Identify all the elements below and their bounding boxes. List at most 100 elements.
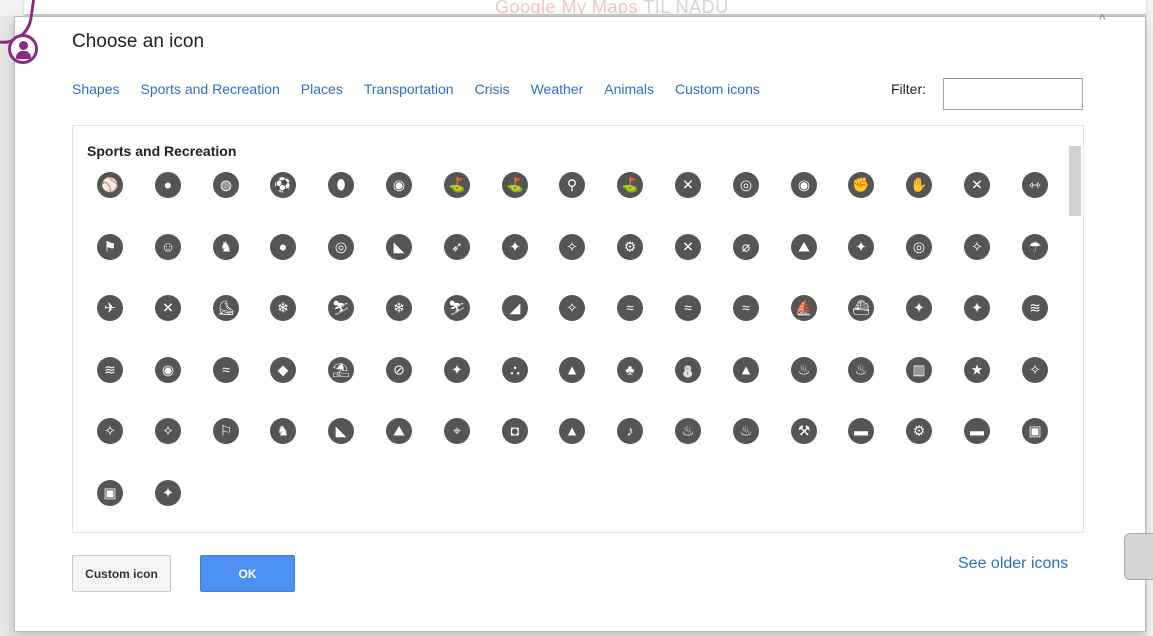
sailing-icon[interactable]: ⛵ — [791, 295, 817, 321]
sledding-icon[interactable]: ◢ — [502, 295, 528, 321]
football-icon[interactable]: ◍ — [213, 172, 239, 198]
volleyball-icon[interactable]: ◉ — [386, 172, 412, 198]
dancing-icon[interactable]: ✕ — [675, 234, 701, 260]
picnic-icon[interactable]: ⛬ — [502, 357, 528, 383]
climbing-icon[interactable]: ⛰ — [386, 418, 412, 444]
boxing-glove-icon[interactable]: ✊ — [848, 172, 874, 198]
camper-van-icon[interactable]: ▬ — [964, 418, 990, 444]
frisbee-icon[interactable]: ✦ — [444, 357, 470, 383]
parachute-icon[interactable]: ☂ — [1022, 234, 1048, 260]
tab-custom-icons[interactable]: Custom icons — [675, 81, 760, 97]
vista-icon[interactable]: ⚐ — [213, 418, 239, 444]
mountain-icon[interactable]: ▲ — [733, 357, 759, 383]
trophy-icon[interactable]: ✦ — [155, 480, 181, 506]
no-fishing-icon[interactable]: ⊘ — [386, 357, 412, 383]
cycling-icon[interactable]: ⚙ — [617, 234, 643, 260]
magnifier-icon[interactable]: ⚲ — [559, 172, 585, 198]
fishing-icon[interactable]: ◆ — [270, 357, 296, 383]
snorkel-icon[interactable]: ◉ — [155, 357, 181, 383]
side-panel-handle[interactable] — [1124, 533, 1153, 580]
hang-gliding-icon[interactable]: ✈ — [97, 295, 123, 321]
cinema-icon[interactable]: ▣ — [97, 480, 123, 506]
tab-shapes[interactable]: Shapes — [72, 81, 119, 97]
family-hiking-icon[interactable]: ✧ — [155, 418, 181, 444]
horse-racing-icon[interactable]: ♞ — [213, 234, 239, 260]
collapse-icon[interactable]: ^ — [1099, 11, 1106, 27]
nordic-walking-icon[interactable]: ✧ — [1022, 357, 1048, 383]
soccer-player-icon[interactable]: ⚽ — [270, 172, 296, 198]
skiing-icon[interactable]: ⛷ — [328, 295, 354, 321]
ice-rink-icon[interactable]: ◎ — [906, 234, 932, 260]
beach-icon[interactable]: ⛱ — [328, 357, 354, 383]
water-ski-icon[interactable]: ✦ — [906, 295, 932, 321]
panel-scrollbar[interactable] — [1069, 146, 1081, 216]
hiking-icon[interactable]: ✧ — [559, 234, 585, 260]
fire-pit-icon[interactable]: ♨ — [675, 418, 701, 444]
telescope-icon[interactable]: ⌖ — [444, 418, 470, 444]
tent-icon[interactable]: ▲ — [559, 418, 585, 444]
hockey-puck-icon[interactable]: ◣ — [386, 234, 412, 260]
racket-icon[interactable]: ◉ — [791, 172, 817, 198]
jet-ski-icon[interactable]: ≈ — [617, 295, 643, 321]
skating-icon[interactable]: ✧ — [964, 234, 990, 260]
weightlifting-icon[interactable]: ⇿ — [1022, 172, 1048, 198]
tab-places[interactable]: Places — [301, 81, 343, 97]
ski-lift-icon[interactable]: ❄ — [386, 295, 412, 321]
climbing-rope-icon[interactable]: ⌀ — [733, 234, 759, 260]
diving-icon[interactable]: ≈ — [213, 357, 239, 383]
avatar-icon[interactable] — [8, 34, 38, 64]
snowboarding-icon[interactable]: ❄ — [270, 295, 296, 321]
see-older-icons-link[interactable]: See older icons — [958, 555, 1068, 573]
checkered-flag-icon[interactable]: ⚑ — [97, 234, 123, 260]
target-icon[interactable]: ◎ — [328, 234, 354, 260]
tab-weather[interactable]: Weather — [531, 81, 584, 97]
tab-transportation[interactable]: Transportation — [364, 81, 454, 97]
swimming-icon[interactable]: ≋ — [97, 357, 123, 383]
tab-crisis[interactable]: Crisis — [475, 81, 510, 97]
binoculars-icon[interactable]: ◘ — [502, 418, 528, 444]
basketball-icon[interactable]: ● — [155, 172, 181, 198]
custom-icon-button[interactable]: Custom icon — [72, 555, 171, 592]
ok-button[interactable]: OK — [200, 555, 295, 592]
martial-arts-icon[interactable]: ✋ — [906, 172, 932, 198]
rock-climbing-icon[interactable]: ⛰ — [791, 234, 817, 260]
grill-icon[interactable]: ♨ — [733, 418, 759, 444]
rv-icon[interactable]: ▬ — [848, 418, 874, 444]
pine-tree-icon[interactable]: ▲ — [559, 357, 585, 383]
palm-tree-icon[interactable]: ⛄ — [675, 357, 701, 383]
ice-skate-icon[interactable]: ⛸ — [213, 295, 239, 321]
filter-input[interactable] — [943, 78, 1083, 110]
tennis-racket-icon[interactable]: ◎ — [733, 172, 759, 198]
ice-hockey-icon[interactable]: ✕ — [155, 295, 181, 321]
cross-country-ski-icon[interactable]: ⛷ — [444, 295, 470, 321]
waterfall-icon[interactable]: ▥ — [906, 357, 932, 383]
tab-sports-and-recreation[interactable]: Sports and Recreation — [140, 81, 279, 97]
tab-animals[interactable]: Animals — [604, 81, 654, 97]
guitar-icon[interactable]: ♪ — [617, 418, 643, 444]
fencing-icon[interactable]: ✕ — [964, 172, 990, 198]
archery-icon[interactable]: ➶ — [444, 234, 470, 260]
hiker-icon[interactable]: ✧ — [97, 418, 123, 444]
kite-surf-icon[interactable]: ✦ — [964, 295, 990, 321]
hot-spring-icon[interactable]: ♨ — [848, 357, 874, 383]
running-icon[interactable]: ✦ — [502, 234, 528, 260]
golf-icon[interactable]: ⛳ — [502, 172, 528, 198]
camper-icon[interactable]: ▣ — [1022, 418, 1048, 444]
bird-icon[interactable]: ◣ — [328, 418, 354, 444]
baseball-icon[interactable]: ⚾ — [97, 172, 123, 198]
golfer-icon[interactable]: ⛳ — [444, 172, 470, 198]
motorboat-icon[interactable]: ⛴ — [848, 295, 874, 321]
motorcycle-icon[interactable]: ⚙ — [906, 418, 932, 444]
star-icon[interactable]: ★ — [964, 357, 990, 383]
waterpolo-icon[interactable]: ☺ — [155, 234, 181, 260]
golf-tee-icon[interactable]: ⛳ — [617, 172, 643, 198]
rowing-icon[interactable]: ≈ — [675, 295, 701, 321]
surfing-icon[interactable]: ≋ — [1022, 295, 1048, 321]
axe-icon[interactable]: ⚒ — [791, 418, 817, 444]
campfire-icon[interactable]: ♨ — [791, 357, 817, 383]
deer-icon[interactable]: ♞ — [270, 418, 296, 444]
rugby-icon[interactable]: ⬮ — [328, 172, 354, 198]
bowling-icon[interactable]: ● — [270, 234, 296, 260]
tree-icon[interactable]: ♣ — [617, 357, 643, 383]
snowshoe-icon[interactable]: ✧ — [559, 295, 585, 321]
